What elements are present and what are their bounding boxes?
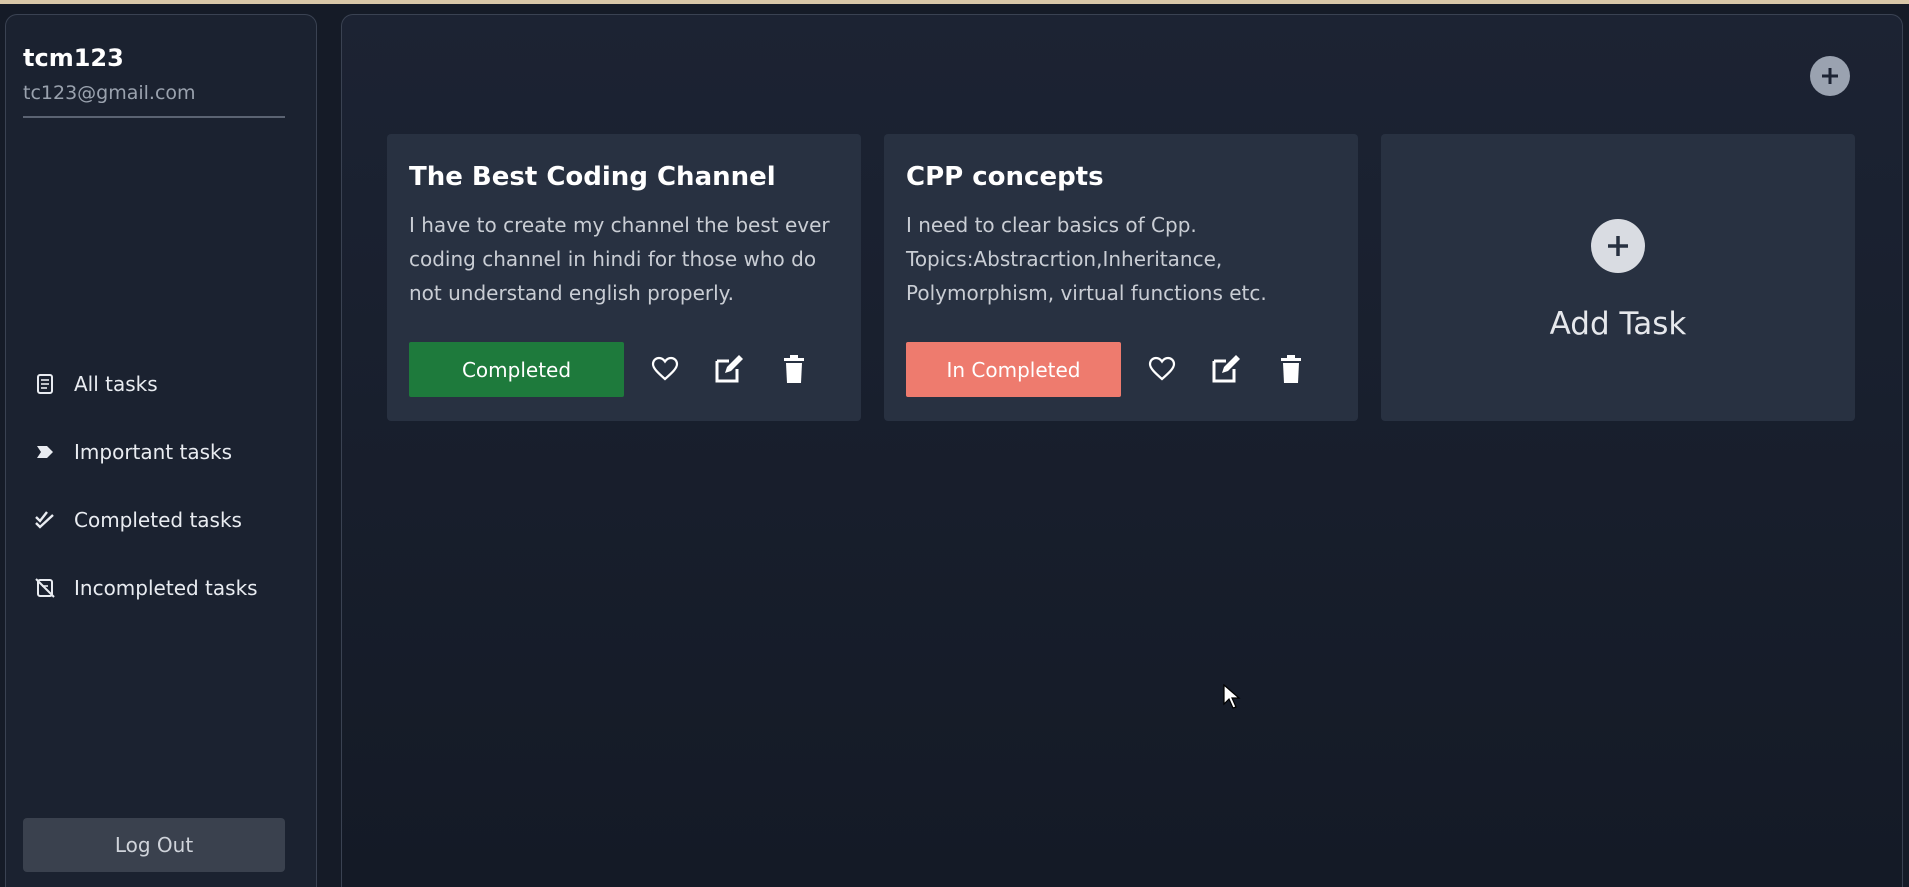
task-title: The Best Coding Channel (409, 162, 776, 192)
sidebar-item-completed-tasks[interactable]: Completed tasks (34, 486, 258, 554)
add-task-button[interactable] (1810, 56, 1850, 96)
mouse-cursor-icon (1223, 683, 1241, 714)
task-title: CPP concepts (906, 162, 1104, 192)
sidebar-item-important-tasks[interactable]: Important tasks (34, 418, 258, 486)
sidebar-item-label: Completed tasks (74, 508, 242, 532)
edit-icon[interactable] (1210, 353, 1242, 385)
add-task-label: Add Task (1549, 306, 1687, 342)
trash-icon[interactable] (778, 353, 810, 385)
sidebar-nav: All tasks Important tasks Completed task… (34, 350, 258, 622)
task-description: I need to clear basics of Cpp. Topics:Ab… (906, 213, 1267, 305)
heart-icon[interactable] (1146, 353, 1178, 385)
sidebar-item-label: All tasks (74, 372, 158, 396)
task-card: The Best Coding Channel I have to create… (387, 134, 861, 421)
logout-button[interactable]: Log Out (23, 818, 285, 872)
heart-icon[interactable] (649, 353, 681, 385)
sidebar-item-label: Important tasks (74, 440, 233, 464)
user-name: tcm123 (23, 44, 124, 72)
status-button[interactable]: Completed (409, 342, 624, 397)
status-button[interactable]: In Completed (906, 342, 1121, 397)
user-email: tc123@gmail.com (23, 82, 196, 104)
window-top-strip (0, 0, 1909, 4)
plus-icon (1591, 219, 1645, 273)
task-card: CPP concepts I need to clear basics of C… (884, 134, 1358, 421)
notes-icon (34, 373, 56, 395)
sidebar-item-all-tasks[interactable]: All tasks (34, 350, 258, 418)
sidebar-item-incompleted-tasks[interactable]: Incompleted tasks (34, 554, 258, 622)
edit-icon[interactable] (713, 353, 745, 385)
plus-icon (1822, 68, 1838, 84)
tag-icon (34, 441, 56, 463)
cross-note-icon (34, 577, 56, 599)
double-check-icon (34, 509, 56, 531)
user-divider (23, 116, 285, 118)
trash-icon[interactable] (1275, 353, 1307, 385)
task-description: I have to create my channel the best eve… (409, 213, 830, 305)
sidebar-item-label: Incompleted tasks (74, 576, 258, 600)
add-task-card[interactable]: Add Task (1381, 134, 1855, 421)
